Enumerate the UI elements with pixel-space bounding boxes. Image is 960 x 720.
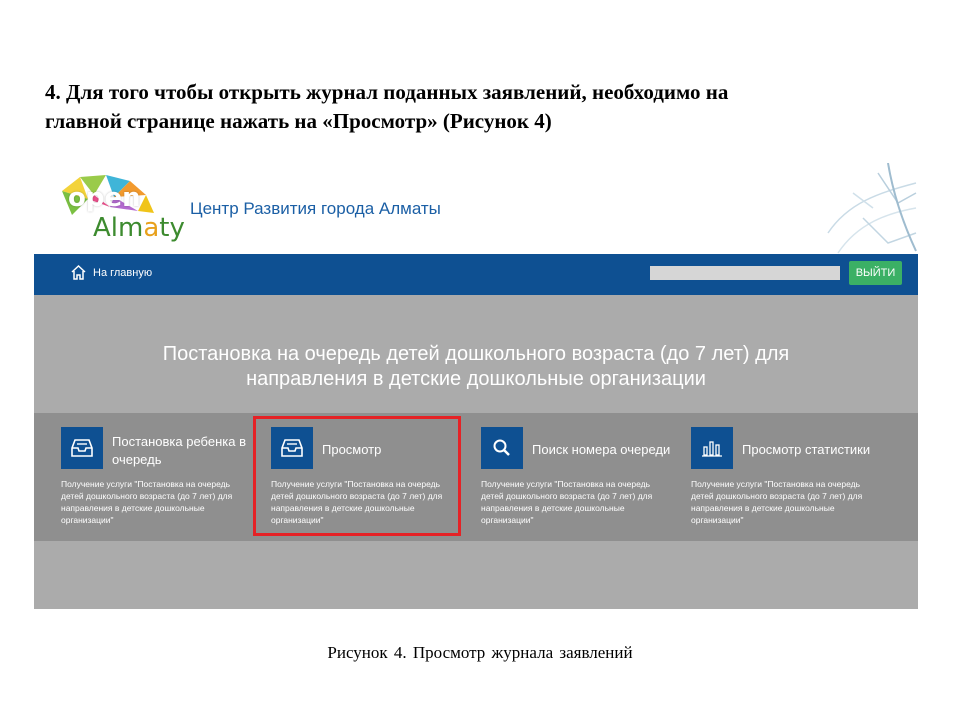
bar-chart-icon (702, 441, 722, 457)
website-screenshot: open Almaty Центр Развития города Алматы… (34, 163, 918, 609)
card-icon-box (691, 427, 733, 469)
banner-title: Постановка на очередь детей дошкольного … (34, 342, 918, 392)
instruction-text: 4. Для того чтобы открыть журнал поданны… (45, 78, 865, 136)
service-banner: Постановка на очередь детей дошкольного … (34, 295, 918, 413)
user-name-field (650, 266, 840, 280)
site-header: open Almaty Центр Развития города Алматы (34, 163, 918, 254)
logo-word-almaty: Almaty (93, 213, 185, 243)
card-description: Получение услуги "Постановка на очередь … (61, 479, 233, 525)
card-title: Просмотр статистики (742, 442, 871, 457)
card-icon-box (61, 427, 103, 469)
home-link-label: На главную (93, 266, 153, 279)
card-statistics[interactable]: Просмотр статистики Получение услуги "По… (691, 427, 891, 537)
search-icon (493, 439, 510, 456)
open-almaty-logo[interactable]: open Almaty (58, 173, 185, 243)
card-icon-box (481, 427, 523, 469)
banner-title-line-1: Постановка на очередь детей дошкольного … (162, 343, 790, 365)
banner-title-line-2: направления в детские дошкольные организ… (246, 368, 706, 390)
inbox-tray-icon (71, 439, 93, 457)
view-highlight-frame (253, 416, 461, 536)
card-description: Получение услуги "Постановка на очередь … (691, 479, 863, 525)
home-link[interactable]: На главную (70, 264, 152, 281)
card-queue-search[interactable]: Поиск номера очереди Получение услуги "П… (481, 427, 681, 537)
instruction-line-1: 4. Для того чтобы открыть журнал поданны… (45, 80, 729, 104)
instruction-line-2: главной странице нажать на «Просмотр» (Р… (45, 109, 552, 133)
card-description: Получение услуги "Постановка на очередь … (481, 479, 653, 525)
logo-word-open: open (68, 183, 141, 213)
card-enqueue-child[interactable]: Постановка ребенка в очередь Получение у… (61, 427, 261, 537)
lower-panel (34, 541, 918, 609)
logout-button[interactable]: ВЫЙТИ (849, 261, 902, 285)
top-navbar: На главную ВЫЙТИ (34, 254, 918, 295)
card-title: Поиск номера очереди (532, 442, 671, 457)
home-icon (71, 264, 86, 280)
decorative-lines-graphic (827, 163, 917, 254)
card-title: Постановка ребенка в очередь (112, 434, 246, 467)
service-cards-panel: Постановка ребенка в очередь Получение у… (34, 413, 918, 541)
org-title: Центр Развития города Алматы (190, 199, 441, 218)
figure-caption: Рисунок 4. Просмотр журнала заявлений (327, 643, 633, 662)
